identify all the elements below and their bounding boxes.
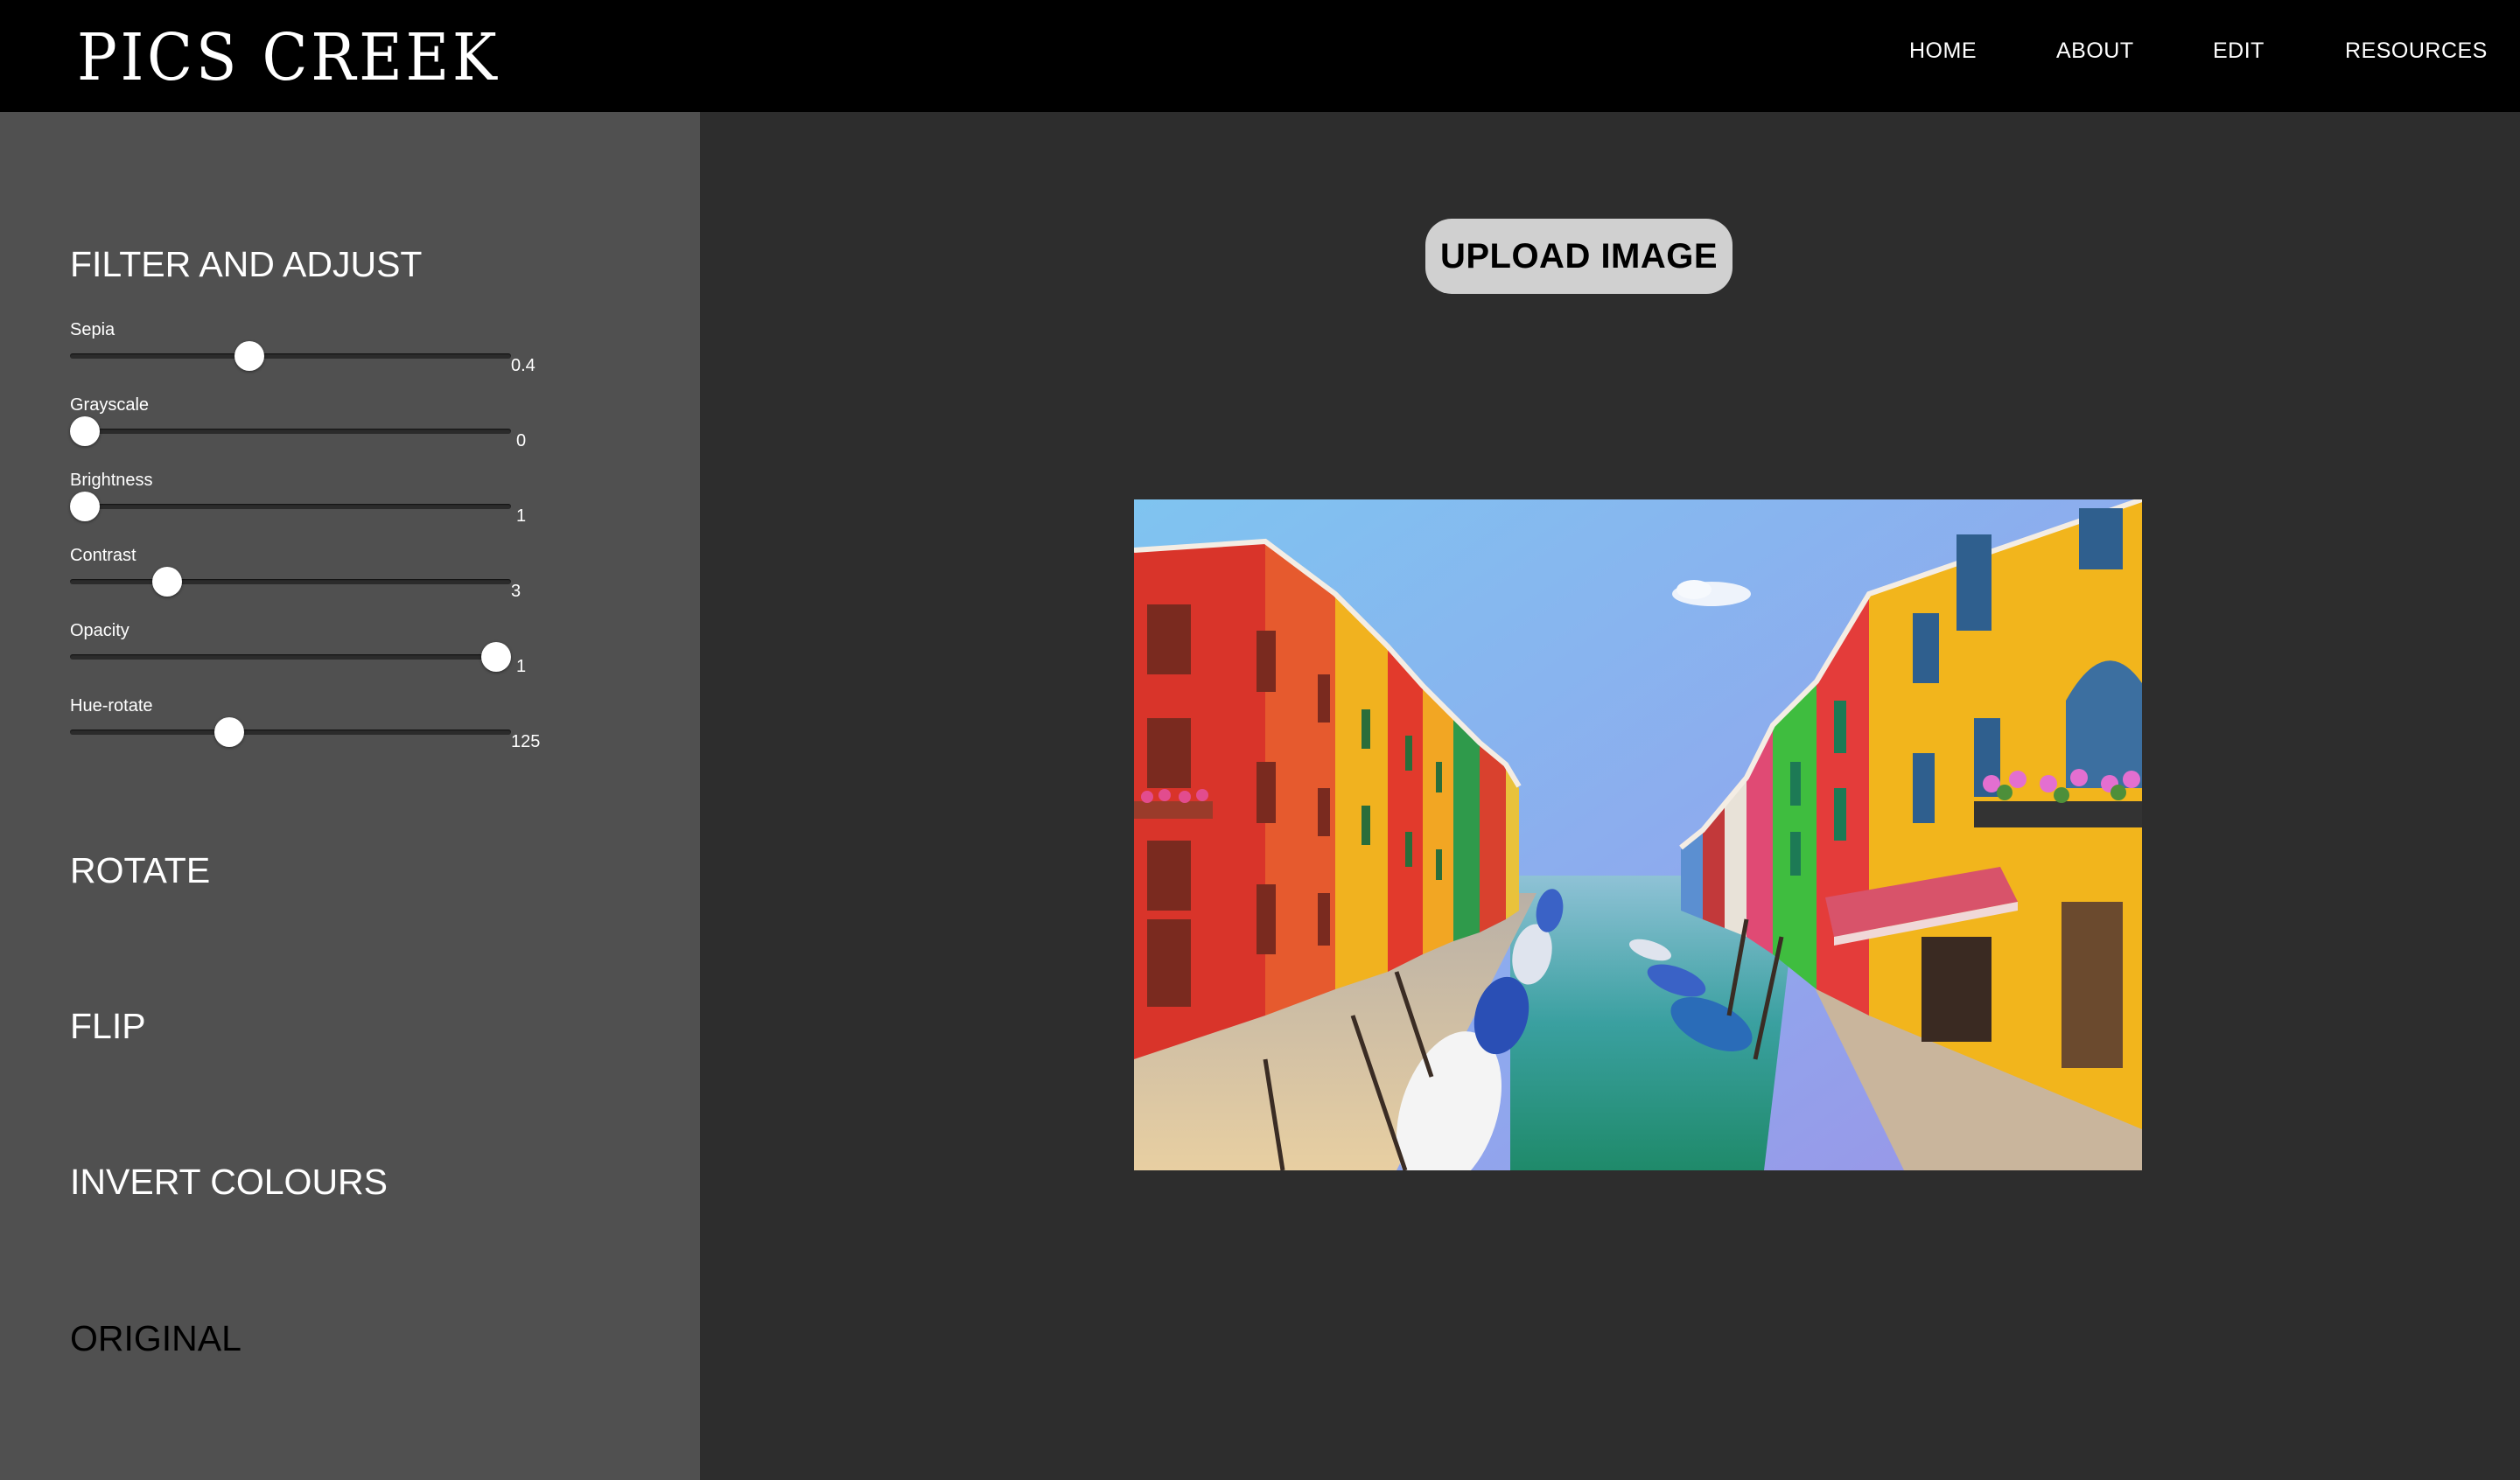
sepia-slider-thumb[interactable] <box>234 341 264 371</box>
top-navbar: PICS CREEK HOME ABOUT EDIT RESOURCES <box>0 0 2520 112</box>
nav-edit-link[interactable]: EDIT <box>2213 35 2264 66</box>
upload-image-button[interactable]: UPLOAD IMAGE <box>1425 219 1732 294</box>
grayscale-slider[interactable] <box>70 416 511 446</box>
brightness-value: 1 <box>516 506 527 526</box>
canal-photo-illustration <box>1134 499 2142 1170</box>
rotate-button[interactable]: ROTATE <box>70 849 210 891</box>
contrast-slider[interactable] <box>70 567 511 597</box>
brightness-label: Brightness <box>70 471 153 490</box>
site-logo[interactable]: PICS CREEK <box>77 19 500 96</box>
editor-sidebar: FILTER AND ADJUST Sepia 0.4 Grayscale 0 … <box>0 112 700 1480</box>
sepia-label: Sepia <box>70 320 116 339</box>
sepia-value: 0.4 <box>511 356 536 375</box>
brightness-slider-thumb[interactable] <box>70 492 100 521</box>
flip-button[interactable]: FLIP <box>70 1005 146 1047</box>
contrast-value: 3 <box>511 582 522 601</box>
edited-image-preview <box>1134 499 2142 1170</box>
hue-rotate-value: 125 <box>511 732 541 751</box>
opacity-slider[interactable] <box>70 642 511 672</box>
original-button[interactable]: ORIGINAL <box>70 1317 242 1359</box>
opacity-value: 1 <box>516 657 527 676</box>
contrast-slider-thumb[interactable] <box>152 567 182 597</box>
grayscale-slider-thumb[interactable] <box>70 416 100 446</box>
nav-resources-link[interactable]: RESOURCES <box>2345 35 2488 66</box>
hue-rotate-label: Hue-rotate <box>70 696 153 716</box>
hue-rotate-slider[interactable] <box>70 717 511 747</box>
nav-about-link[interactable]: ABOUT <box>2056 35 2134 66</box>
contrast-label: Contrast <box>70 546 136 565</box>
grayscale-label: Grayscale <box>70 395 150 415</box>
hue-rotate-slider-thumb[interactable] <box>214 717 244 747</box>
grayscale-value: 0 <box>516 431 527 450</box>
nav-home-link[interactable]: HOME <box>1909 35 1977 66</box>
invert-colours-button[interactable]: INVERT COLOURS <box>70 1161 388 1203</box>
brightness-slider[interactable] <box>70 492 511 521</box>
sepia-slider[interactable] <box>70 341 511 371</box>
opacity-slider-thumb[interactable] <box>481 642 511 672</box>
filter-adjust-heading: FILTER AND ADJUST <box>70 244 423 284</box>
opacity-label: Opacity <box>70 621 130 640</box>
